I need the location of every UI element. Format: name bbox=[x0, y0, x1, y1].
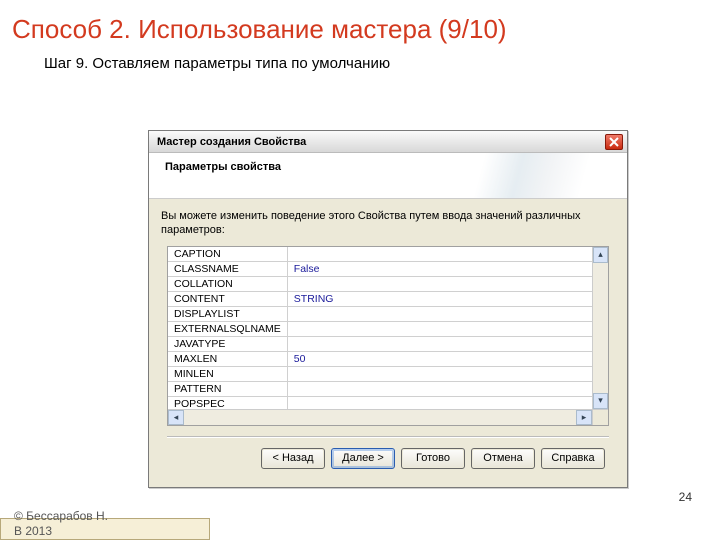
property-table[interactable]: CAPTIONCLASSNAMEFalseCOLLATIONCONTENTSTR… bbox=[167, 246, 609, 426]
property-value[interactable] bbox=[287, 367, 592, 382]
next-button[interactable]: Далее > bbox=[331, 448, 395, 469]
cancel-button[interactable]: Отмена bbox=[471, 448, 535, 469]
property-name: CLASSNAME bbox=[168, 262, 287, 277]
close-icon bbox=[609, 137, 619, 147]
dialog-body: Вы можете изменить поведение этого Свойс… bbox=[149, 199, 627, 487]
scroll-corner bbox=[592, 409, 608, 425]
slide-title: Способ 2. Использование мастера (9/10) bbox=[0, 0, 720, 49]
wizard-dialog: Мастер создания Свойства Параметры свойс… bbox=[148, 130, 628, 488]
table-row[interactable]: COLLATION bbox=[168, 277, 592, 292]
scroll-right-icon[interactable]: ▸ bbox=[576, 410, 592, 425]
property-name: COLLATION bbox=[168, 277, 287, 292]
property-value[interactable] bbox=[287, 337, 592, 352]
separator bbox=[167, 436, 609, 438]
table-row[interactable]: MINLEN bbox=[168, 367, 592, 382]
back-button[interactable]: < Назад bbox=[261, 448, 325, 469]
step-caption: Шаг 9. Оставляем параметры типа по умолч… bbox=[0, 49, 720, 82]
property-value[interactable]: STRING bbox=[287, 292, 592, 307]
scrollbar-horizontal[interactable]: ◂ ▸ bbox=[168, 409, 592, 425]
table-row[interactable]: CAPTION bbox=[168, 247, 592, 262]
scrollbar-vertical[interactable]: ▴ ▾ bbox=[592, 247, 608, 409]
property-value[interactable]: False bbox=[287, 262, 592, 277]
property-name: MINLEN bbox=[168, 367, 287, 382]
table-row[interactable]: PATTERN bbox=[168, 382, 592, 397]
property-value[interactable] bbox=[287, 277, 592, 292]
intro-text: Вы можете изменить поведение этого Свойс… bbox=[161, 209, 615, 238]
property-value[interactable] bbox=[287, 247, 592, 262]
help-button[interactable]: Справка bbox=[541, 448, 605, 469]
scroll-left-icon[interactable]: ◂ bbox=[168, 410, 184, 425]
property-value[interactable] bbox=[287, 307, 592, 322]
property-name: CAPTION bbox=[168, 247, 287, 262]
table-row[interactable]: CONTENTSTRING bbox=[168, 292, 592, 307]
title-bar: Мастер создания Свойства bbox=[149, 131, 627, 153]
table-row[interactable]: MAXLEN50 bbox=[168, 352, 592, 367]
table-row[interactable]: EXTERNALSQLNAME bbox=[168, 322, 592, 337]
copyright-line2: В 2013 bbox=[14, 524, 52, 538]
banner: Параметры свойства bbox=[149, 153, 627, 199]
copyright-line1: © Бессарабов Н. bbox=[14, 509, 108, 523]
property-name: JAVATYPE bbox=[168, 337, 287, 352]
property-name: DISPLAYLIST bbox=[168, 307, 287, 322]
table-row[interactable]: JAVATYPE bbox=[168, 337, 592, 352]
window-title: Мастер создания Свойства bbox=[157, 136, 306, 148]
property-name: PATTERN bbox=[168, 382, 287, 397]
close-button[interactable] bbox=[605, 134, 623, 150]
table-row[interactable]: DISPLAYLIST bbox=[168, 307, 592, 322]
property-value[interactable] bbox=[287, 322, 592, 337]
table-row[interactable]: CLASSNAMEFalse bbox=[168, 262, 592, 277]
copyright: © Бессарабов Н. В 2013 bbox=[14, 509, 108, 538]
scroll-down-icon[interactable]: ▾ bbox=[593, 393, 608, 409]
banner-decoration bbox=[447, 153, 627, 198]
button-row: < Назад Далее > Готово Отмена Справка bbox=[161, 444, 615, 481]
finish-button[interactable]: Готово bbox=[401, 448, 465, 469]
property-name: CONTENT bbox=[168, 292, 287, 307]
page-number: 24 bbox=[679, 490, 692, 504]
property-name: EXTERNALSQLNAME bbox=[168, 322, 287, 337]
property-value[interactable] bbox=[287, 382, 592, 397]
property-name: MAXLEN bbox=[168, 352, 287, 367]
property-value[interactable]: 50 bbox=[287, 352, 592, 367]
scroll-up-icon[interactable]: ▴ bbox=[593, 247, 608, 263]
